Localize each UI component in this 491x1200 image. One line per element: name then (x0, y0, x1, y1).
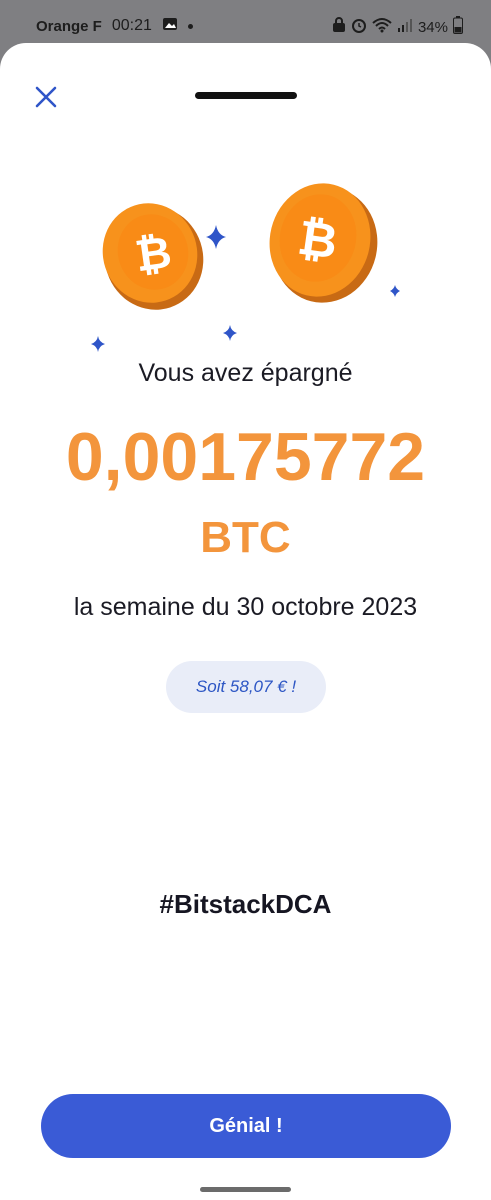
genial-button-label: Génial ! (209, 1114, 283, 1137)
battery-icon (453, 16, 463, 38)
lock-icon (332, 17, 346, 37)
clock: 00:21 (111, 17, 152, 34)
close-icon (35, 86, 57, 108)
svg-text:₿: ₿ (132, 227, 175, 282)
status-left: Orange F 00:21 (36, 16, 193, 36)
bitcoin-coins-illustration: ₿ ₿ (80, 168, 410, 368)
btc-amount: 0,00175772 (65, 419, 426, 495)
alarm-icon (351, 17, 367, 37)
drag-handle[interactable] (195, 92, 297, 99)
close-button[interactable] (32, 83, 60, 111)
status-bar: Orange F 00:21 34% (0, 0, 491, 42)
signal-icon (397, 17, 413, 37)
currency-label: BTC (200, 513, 291, 562)
sparkle-icon (91, 336, 105, 352)
sparkle-icon (206, 225, 226, 249)
svg-text:₿: ₿ (294, 210, 341, 271)
battery-percentage: 34% (417, 18, 448, 36)
saved-label: Vous avez épargné (138, 359, 353, 387)
carrier-label: Orange F (36, 17, 102, 35)
wifi-icon (372, 17, 392, 37)
hashtag: #BitstackDCA (159, 889, 332, 919)
savings-sheet: ₿ ₿ Vous avez épargné 0,00175772 BTC la … (0, 43, 491, 1200)
fiat-value-pill: Soit 58,07 € ! (166, 661, 326, 713)
notification-dot-icon (187, 23, 193, 29)
genial-button[interactable]: Génial ! (41, 1094, 451, 1158)
sparkle-icon (223, 325, 237, 341)
bitcoin-coin-icon: ₿ (269, 183, 378, 303)
bitcoin-coin-icon: ₿ (102, 203, 204, 310)
week-label: la semaine du 30 octobre 2023 (73, 593, 418, 621)
fiat-value-text: Soit 58,07 € ! (195, 677, 297, 696)
status-right: 34% (332, 16, 463, 38)
sparkle-icon (390, 285, 400, 297)
home-indicator[interactable] (200, 1187, 291, 1192)
gallery-icon (162, 16, 178, 36)
